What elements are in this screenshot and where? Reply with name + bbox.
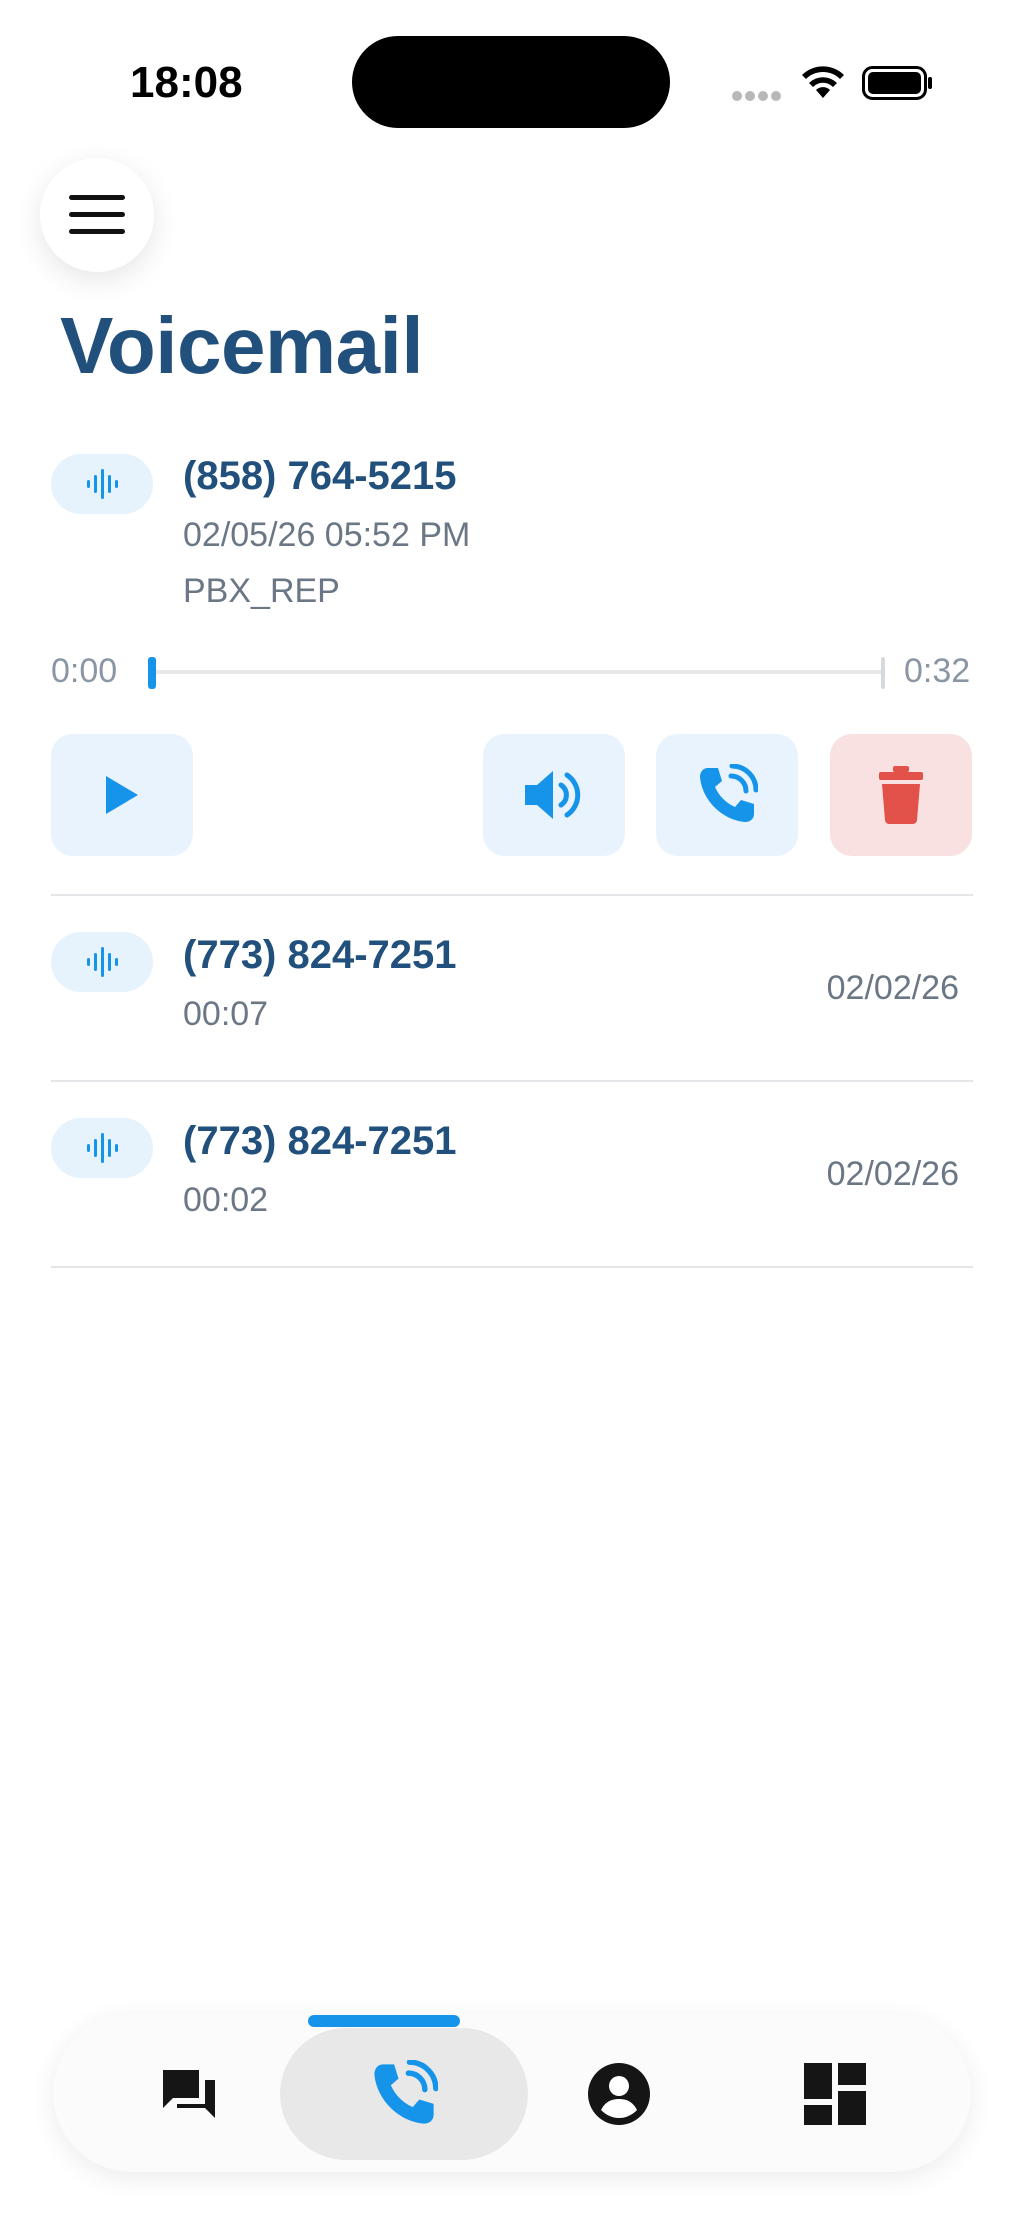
battery-icon (862, 66, 932, 100)
voicemail-extension: PBX_REP (183, 572, 340, 610)
page-title: Voicemail (60, 301, 424, 390)
menu-button[interactable] (40, 158, 154, 272)
status-time: 18:08 (130, 58, 243, 107)
total-time: 0:32 (904, 652, 971, 690)
waveform-icon (87, 947, 118, 977)
phone-callback-icon (700, 764, 758, 822)
voicemail-pill (51, 454, 153, 514)
current-time: 0:00 (51, 652, 118, 690)
cellular-signal-icon (732, 88, 784, 101)
divider (51, 894, 973, 896)
voicemail-duration: 00:07 (183, 995, 269, 1033)
call-back-button[interactable] (656, 734, 798, 856)
voicemail-date: 02/02/26 (826, 969, 959, 1007)
voicemail-pill (51, 1118, 153, 1178)
seek-thumb[interactable] (148, 657, 156, 689)
divider (51, 1266, 973, 1268)
delete-button[interactable] (830, 734, 972, 856)
waveform-icon (87, 1133, 118, 1163)
dashboard-icon (804, 2063, 866, 2125)
voicemail-datetime: 02/05/26 05:52 PM (183, 516, 471, 554)
dynamic-island (352, 36, 670, 128)
play-button[interactable] (51, 734, 193, 856)
nav-item-calls[interactable] (349, 2042, 459, 2146)
seek-track[interactable] (150, 670, 884, 674)
voicemail-number[interactable]: (858) 764-5215 (183, 454, 457, 499)
status-bar: 18:08 (0, 0, 1024, 150)
play-icon (106, 776, 138, 814)
hamburger-icon (69, 195, 125, 234)
voicemail-number: (773) 824-7251 (183, 933, 457, 977)
waveform-icon (87, 469, 118, 499)
chat-icon (163, 2070, 215, 2118)
voicemail-duration: 00:02 (183, 1181, 269, 1219)
nav-item-account[interactable] (564, 2042, 674, 2146)
seek-track-end (881, 657, 885, 689)
account-icon (588, 2063, 650, 2125)
wifi-icon (802, 66, 844, 98)
voicemail-number: (773) 824-7251 (183, 1119, 457, 1163)
speaker-icon (525, 771, 581, 819)
speaker-button[interactable] (483, 734, 625, 856)
phone-icon (374, 2060, 438, 2124)
nav-item-chat[interactable] (134, 2042, 244, 2146)
trash-icon (879, 766, 923, 824)
nav-active-indicator (308, 2015, 460, 2027)
voicemail-pill (51, 932, 153, 992)
nav-item-dashboard[interactable] (780, 2042, 890, 2146)
voicemail-date: 02/02/26 (826, 1155, 959, 1193)
divider (51, 1080, 973, 1082)
